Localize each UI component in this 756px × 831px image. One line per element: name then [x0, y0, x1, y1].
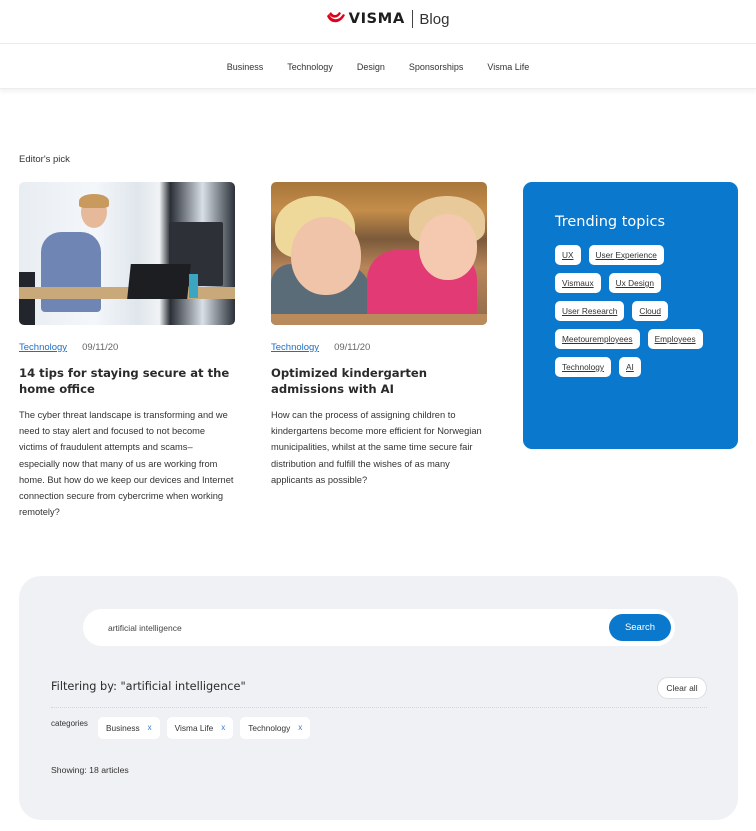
tag-ai[interactable]: AI: [618, 357, 641, 377]
person-hair-shape: [79, 194, 109, 208]
filter-chip-label: Technology: [248, 723, 291, 733]
results-count: Showing: 18 articles: [51, 765, 129, 775]
article-meta: Technology 09/11/20: [19, 342, 235, 353]
nav-item-visma-life[interactable]: Visma Life: [487, 62, 529, 72]
tag-employees[interactable]: Employees: [647, 329, 703, 349]
editors-pick-heading: Editor's pick: [19, 154, 70, 165]
person-shape: [41, 232, 101, 312]
article-category-link[interactable]: Technology: [271, 342, 319, 353]
article-meta: Technology 09/11/20: [271, 342, 487, 353]
filter-chip-visma-life: Visma Life x: [166, 717, 234, 739]
article-card[interactable]: Technology 09/11/20 Optimized kindergart…: [271, 182, 487, 488]
main-nav: Business Technology Design Sponsorships …: [0, 45, 756, 89]
laptop-shape: [127, 264, 191, 299]
kid-face-shape: [419, 214, 477, 280]
tag-technology[interactable]: Technology: [555, 357, 611, 377]
tag-meetouremployees[interactable]: Meetouremployees: [555, 329, 640, 349]
remove-filter-icon[interactable]: x: [221, 717, 225, 739]
nav-item-technology[interactable]: Technology: [287, 62, 333, 72]
nav-item-business[interactable]: Business: [227, 62, 264, 72]
tag-ux-design[interactable]: Ux Design: [608, 273, 661, 293]
tag-cloud[interactable]: Cloud: [632, 301, 669, 321]
article-category-link[interactable]: Technology: [19, 342, 67, 353]
article-title[interactable]: 14 tips for staying secure at the home o…: [19, 366, 235, 397]
article-excerpt: The cyber threat landscape is transformi…: [19, 410, 234, 518]
active-filter-chips: Business x Visma Life x Technology x: [98, 717, 317, 739]
search-bar: Search: [83, 609, 675, 646]
article-title[interactable]: Optimized kindergarten admissions with A…: [271, 366, 487, 397]
visma-swoosh-icon: [327, 12, 345, 23]
bottle-shape: [189, 274, 198, 298]
top-header: VISMA Blog: [0, 0, 756, 44]
tag-user-research[interactable]: User Research: [555, 301, 625, 321]
article-excerpt: How can the process of assigning childre…: [271, 410, 482, 485]
trending-topics-panel: Trending topics UX User Experience Visma…: [523, 182, 738, 449]
article-date: 09/11/20: [82, 342, 119, 353]
visma-blog-logo[interactable]: VISMA Blog: [326, 9, 449, 29]
tag-ux[interactable]: UX: [555, 245, 581, 265]
filter-divider: [51, 707, 707, 708]
logo-divider: [412, 10, 414, 28]
remove-filter-icon[interactable]: x: [148, 717, 152, 739]
search-button[interactable]: Search: [609, 614, 671, 641]
filter-chip-technology: Technology x: [240, 717, 311, 739]
tag-vismaux[interactable]: Vismaux: [555, 273, 601, 293]
brand-name: VISMA: [348, 11, 405, 27]
nav-item-sponsorships[interactable]: Sponsorships: [409, 62, 464, 72]
trending-title: Trending topics: [555, 214, 666, 230]
filter-chip-business: Business x: [98, 717, 160, 739]
filter-chip-label: Business: [106, 723, 140, 733]
categories-label: categories: [51, 719, 88, 728]
remove-filter-icon[interactable]: x: [298, 717, 302, 739]
section-name: Blog: [419, 10, 450, 28]
nav-item-design[interactable]: Design: [357, 62, 385, 72]
kid-face-shape: [291, 217, 361, 295]
trending-tag-list: UX User Experience Vismaux Ux Design Use…: [555, 245, 715, 385]
search-filter-panel: Search Filtering by: "artificial intelli…: [19, 576, 738, 820]
plank-shape: [271, 314, 487, 325]
clear-all-button[interactable]: Clear all: [657, 677, 707, 699]
article-image-office[interactable]: [19, 182, 235, 325]
filter-heading: Filtering by: "artificial intelligence": [51, 680, 246, 693]
article-date: 09/11/20: [334, 342, 371, 353]
search-input[interactable]: [108, 619, 588, 636]
tag-user-experience[interactable]: User Experience: [588, 245, 664, 265]
filter-chip-label: Visma Life: [174, 723, 214, 733]
article-card[interactable]: Technology 09/11/20 14 tips for staying …: [19, 182, 235, 520]
article-image-kids[interactable]: [271, 182, 487, 325]
